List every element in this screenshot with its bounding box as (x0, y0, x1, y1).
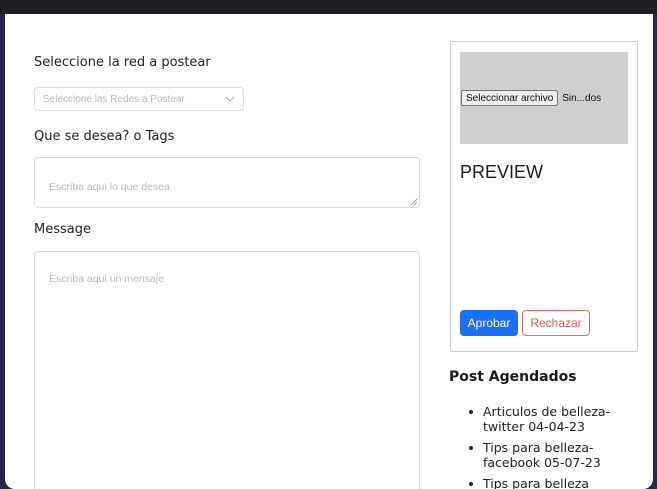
file-name-text: Sin...dos (562, 92, 602, 104)
select-file-button[interactable]: Seleccionar archivo (461, 90, 559, 106)
chevron-down-icon (225, 96, 235, 102)
tags-placeholder: Escriba aqui lo que desea (49, 181, 170, 193)
resize-handle-icon[interactable] (410, 198, 417, 205)
network-label: Seleccione la red a postear (34, 55, 211, 70)
approve-button[interactable]: Aprobar (460, 310, 518, 336)
post-modal: Seleccione la red a postear Seleccione l… (5, 14, 653, 489)
file-input[interactable]: Seleccionar archivo Sin...dos (461, 90, 601, 106)
message-label: Message (34, 222, 91, 237)
network-select-placeholder: Seleccione las Redes a Postear (43, 93, 185, 105)
scheduled-posts-title: Post Agendados (449, 369, 577, 385)
preview-card: Seleccionar archivo Sin...dos PREVIEW Ap… (450, 41, 638, 352)
list-item[interactable]: Tips para belleza-facebook 05-07-23 (467, 440, 637, 470)
tags-input[interactable]: Escriba aqui lo que desea (34, 157, 420, 208)
reject-button[interactable]: Rechazar (522, 310, 590, 336)
message-placeholder: Escriba aqui un mensaje (49, 273, 164, 285)
scheduled-posts-list: Articulos de belleza-twitter 04-04-23 Ti… (467, 404, 637, 489)
top-bar (0, 0, 657, 14)
preview-title: PREVIEW (460, 162, 544, 182)
message-input[interactable]: Escriba aqui un mensaje (34, 251, 420, 489)
list-item[interactable]: Articulos de belleza-twitter 04-04-23 (467, 404, 637, 434)
list-item[interactable]: Tips para belleza (467, 476, 637, 489)
tags-label: Que se desea? o Tags (34, 129, 175, 144)
preview-image-area: Seleccionar archivo Sin...dos (460, 52, 628, 144)
network-select[interactable]: Seleccione las Redes a Postear (34, 87, 244, 111)
